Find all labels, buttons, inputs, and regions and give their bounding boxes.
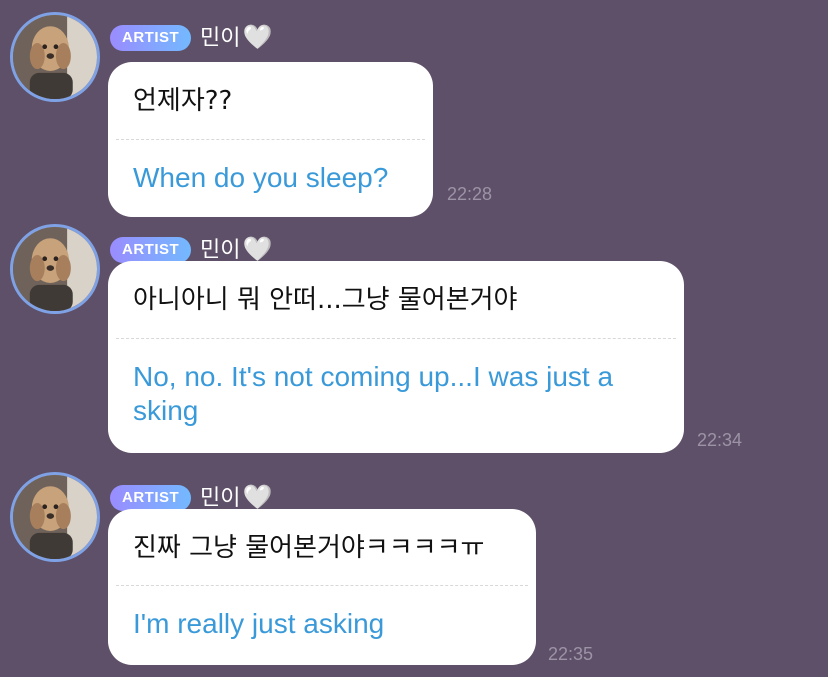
sender-name: 민이🤍 bbox=[200, 22, 272, 54]
sender-name-text: 민이 bbox=[200, 26, 241, 51]
translation-divider bbox=[116, 585, 528, 586]
original-text: 진짜 그냥 물어본거야ㅋㅋㅋㅋㅠ bbox=[133, 533, 485, 563]
avatar-photo bbox=[13, 227, 97, 311]
white-heart-icon: 🤍 bbox=[242, 23, 273, 51]
message-bubble[interactable]: 아니아니 뭐 안떠...그냥 물어본거야 No, no. It's not co… bbox=[108, 261, 684, 453]
message-bubble[interactable]: 진짜 그냥 물어본거야ㅋㅋㅋㅋㅠ I'm really just asking bbox=[108, 509, 536, 665]
avatar-photo bbox=[13, 15, 97, 99]
translation-text: I'm really just asking bbox=[133, 608, 385, 639]
artist-avatar[interactable] bbox=[10, 224, 100, 314]
original-text: 언제자?? bbox=[133, 86, 233, 116]
white-heart-icon: 🤍 bbox=[242, 235, 273, 263]
white-heart-icon: 🤍 bbox=[242, 483, 273, 511]
artist-badge: ARTIST bbox=[110, 485, 192, 511]
sender-name-text: 민이 bbox=[200, 238, 241, 263]
translation-text: No, no. It's not coming up...I was just … bbox=[133, 361, 614, 426]
artist-avatar[interactable] bbox=[10, 12, 100, 102]
timestamp: 22:35 bbox=[548, 644, 594, 664]
timestamp: 22:34 bbox=[697, 430, 743, 450]
message-bubble[interactable]: 언제자?? When do you sleep? bbox=[108, 62, 433, 217]
artist-avatar[interactable] bbox=[10, 472, 100, 562]
artist-badge: ARTIST bbox=[110, 25, 192, 51]
translation-divider bbox=[116, 139, 425, 140]
translation-divider bbox=[116, 338, 676, 339]
avatar-photo bbox=[13, 475, 97, 559]
original-text: 아니아니 뭐 안떠...그냥 물어본거야 bbox=[133, 285, 518, 315]
artist-badge: ARTIST bbox=[110, 237, 192, 263]
timestamp: 22:28 bbox=[447, 184, 493, 204]
translation-text: When do you sleep? bbox=[133, 162, 389, 193]
sender-name-text: 민이 bbox=[200, 486, 241, 511]
